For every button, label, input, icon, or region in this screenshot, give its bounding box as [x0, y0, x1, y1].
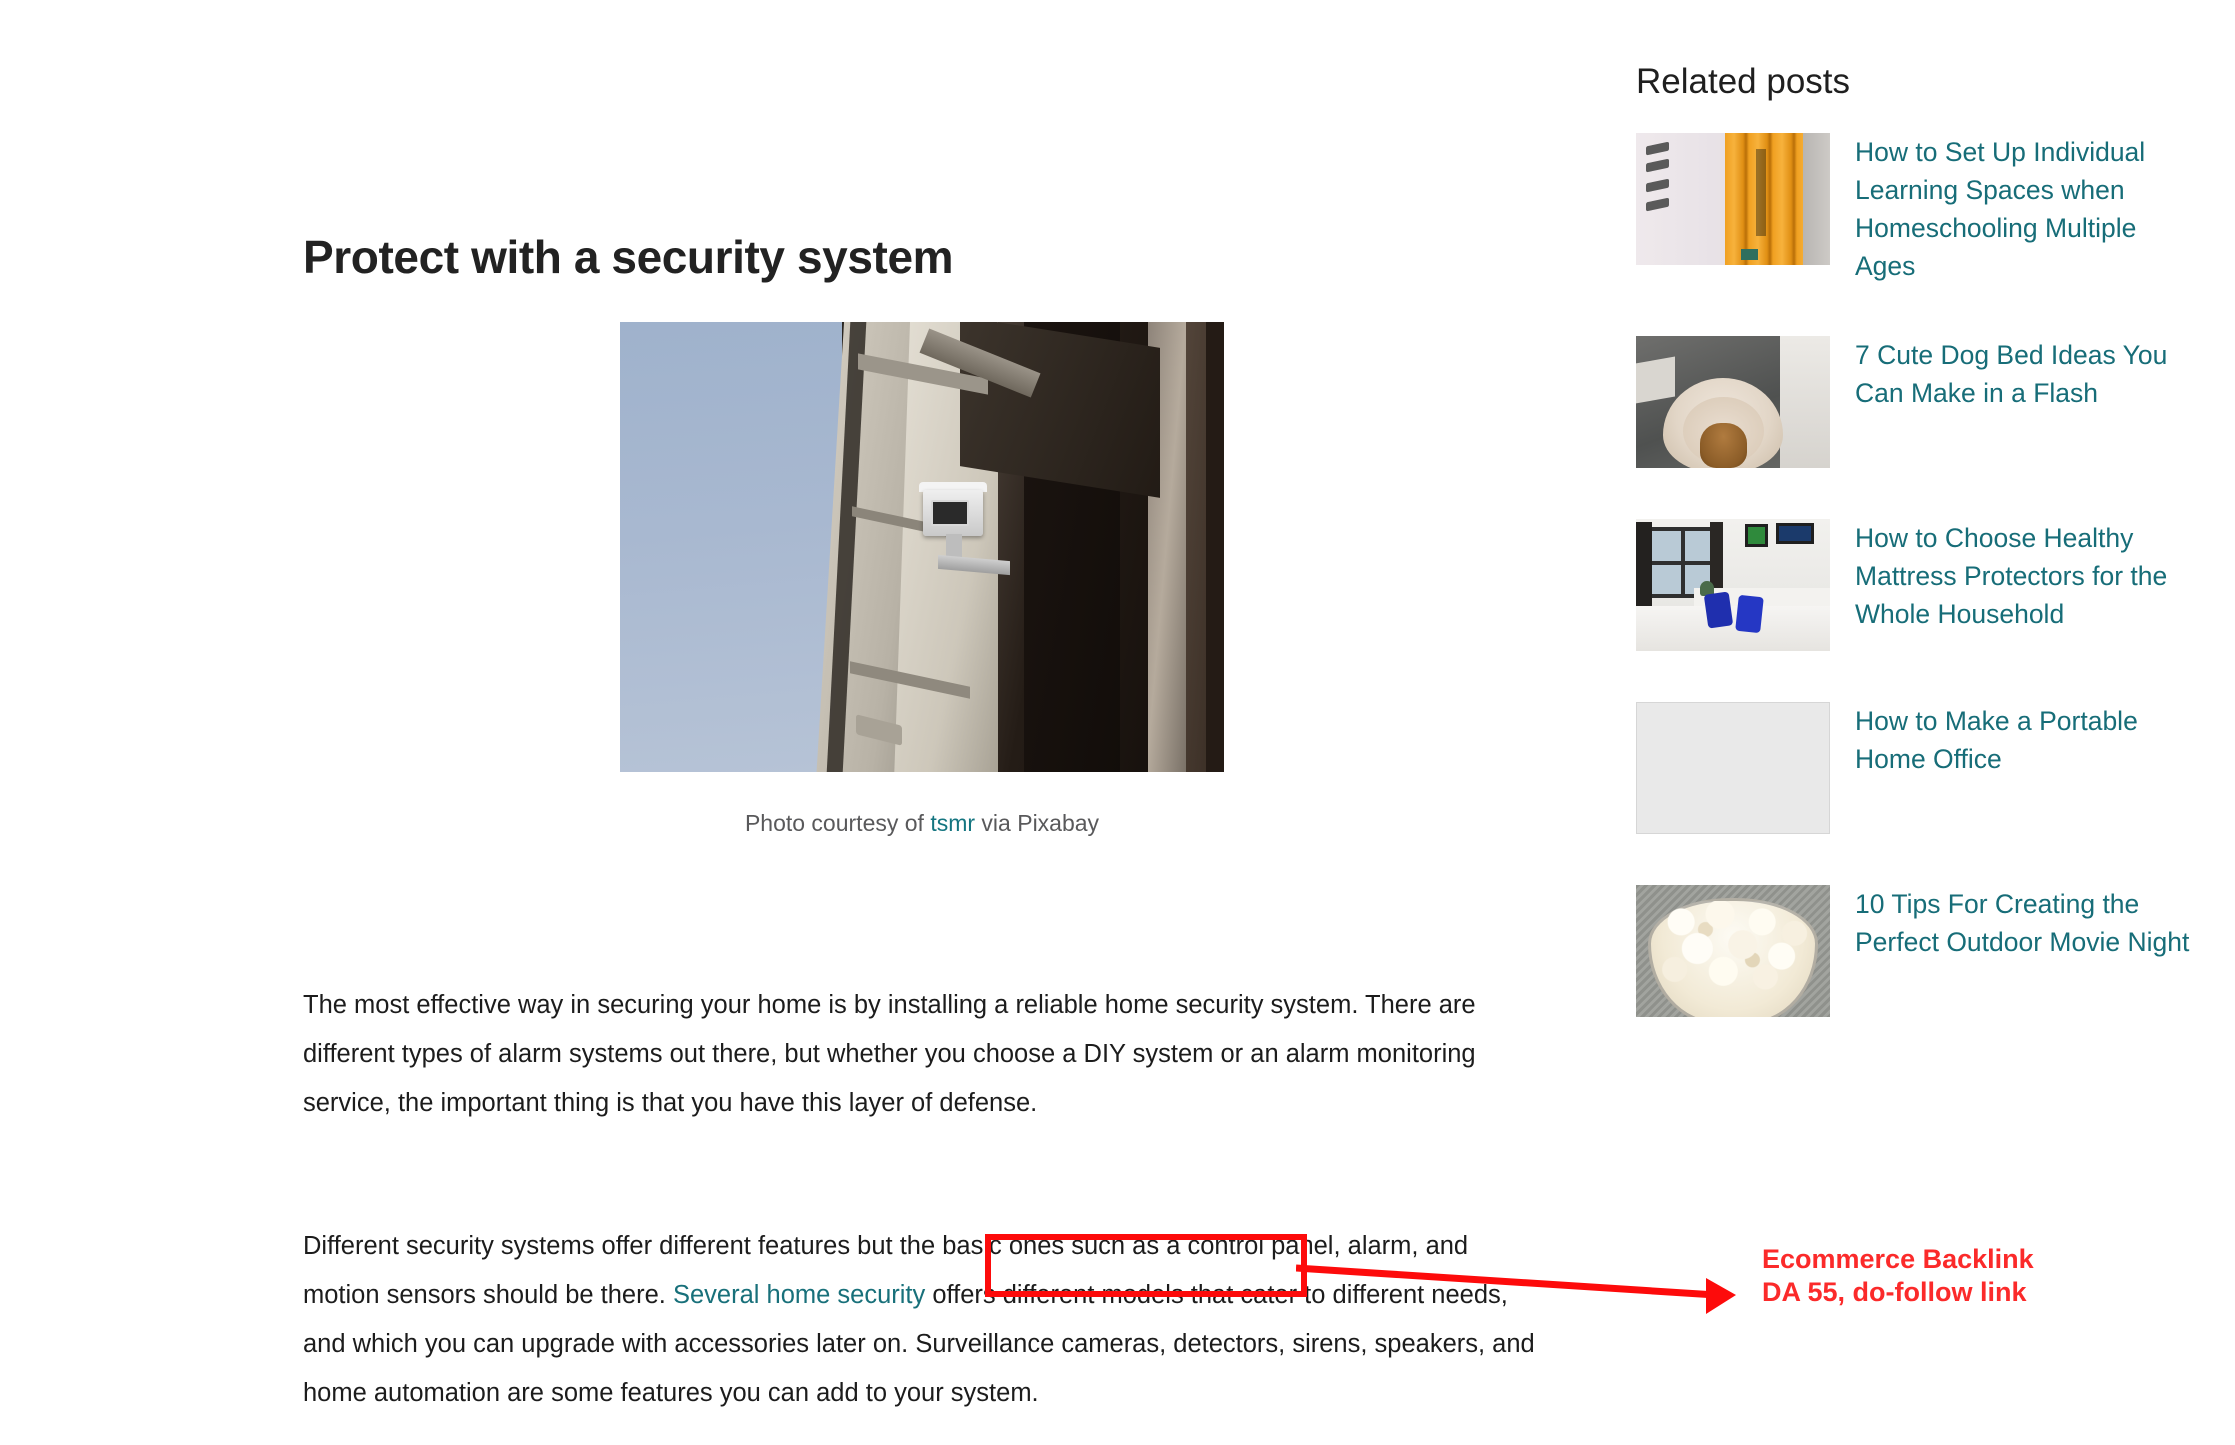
bedroom-mattress-thumbnail[interactable]	[1636, 519, 1830, 651]
home-security-backlink[interactable]: Several home security	[673, 1281, 925, 1309]
dog-bed-thumbnail[interactable]	[1636, 336, 1830, 468]
page-title: Protect with a security system	[303, 231, 954, 283]
security-camera-image	[620, 322, 1224, 772]
related-posts-title: Related posts	[1636, 62, 1851, 101]
bed	[1636, 606, 1830, 651]
pencil-brand-text	[1756, 148, 1767, 236]
article-paragraph-2: Different security systems offer differe…	[303, 1222, 1548, 1418]
list-item[interactable]: How to Make a Portable Home Office	[1636, 702, 2196, 834]
spiral-binding	[1645, 141, 1669, 220]
placeholder-thumbnail[interactable]	[1636, 702, 1830, 834]
annotation-line-1: Ecommerce Backlink	[1762, 1244, 2034, 1274]
sky-region	[620, 322, 842, 772]
camera-lens	[931, 500, 969, 526]
blue-pillow-right	[1735, 594, 1764, 633]
wall	[1779, 336, 1830, 468]
list-item[interactable]: How to Choose Healthy Mattress Protector…	[1636, 519, 2196, 651]
article-figure: Photo courtesy of tsmr via Pixabay	[620, 322, 1224, 837]
blue-pillow-left	[1703, 591, 1734, 629]
caption-suffix: via Pixabay	[975, 810, 1100, 836]
popcorn-kernels	[1651, 900, 1815, 996]
list-item[interactable]: 10 Tips For Creating the Perfect Outdoor…	[1636, 885, 2196, 1017]
annotation-line-2: DA 55, do-follow link	[1762, 1277, 2027, 1307]
list-item[interactable]: How to Set Up Individual Learning Spaces…	[1636, 133, 2196, 285]
figure-caption: Photo courtesy of tsmr via Pixabay	[620, 810, 1224, 837]
related-post-link[interactable]: How to Choose Healthy Mattress Protector…	[1855, 519, 2196, 633]
caption-prefix: Photo courtesy of	[744, 810, 931, 836]
popcorn-bowl-thumbnail[interactable]	[1636, 885, 1830, 1017]
related-post-link[interactable]: 10 Tips For Creating the Perfect Outdoor…	[1855, 885, 2196, 961]
pencils-notebook-thumbnail[interactable]	[1636, 133, 1830, 265]
annotation-label: Ecommerce Backlink DA 55, do-follow link	[1762, 1243, 2034, 1309]
wall-art-green	[1744, 524, 1768, 547]
thumb-right-edge	[1802, 133, 1830, 265]
dog	[1700, 423, 1747, 468]
wall-art-blue	[1775, 522, 1815, 545]
curtain-left	[1636, 521, 1652, 617]
related-posts-list: How to Set Up Individual Learning Spaces…	[1636, 133, 2196, 1068]
related-post-link[interactable]: 7 Cute Dog Bed Ideas You Can Make in a F…	[1855, 336, 2196, 412]
list-item[interactable]: 7 Cute Dog Bed Ideas You Can Make in a F…	[1636, 336, 2196, 468]
rug	[1636, 356, 1675, 403]
article-paragraph-1: The most effective way in securing your …	[303, 990, 1476, 1117]
pencil-ferrule	[1740, 249, 1759, 260]
related-post-link[interactable]: How to Make a Portable Home Office	[1855, 702, 2196, 778]
far-edge	[1206, 322, 1224, 772]
related-post-link[interactable]: How to Set Up Individual Learning Spaces…	[1855, 133, 2196, 285]
caption-credit-link[interactable]: tsmr	[930, 810, 975, 836]
article-column: Protect with a security system Photo cou…	[303, 0, 1553, 1445]
